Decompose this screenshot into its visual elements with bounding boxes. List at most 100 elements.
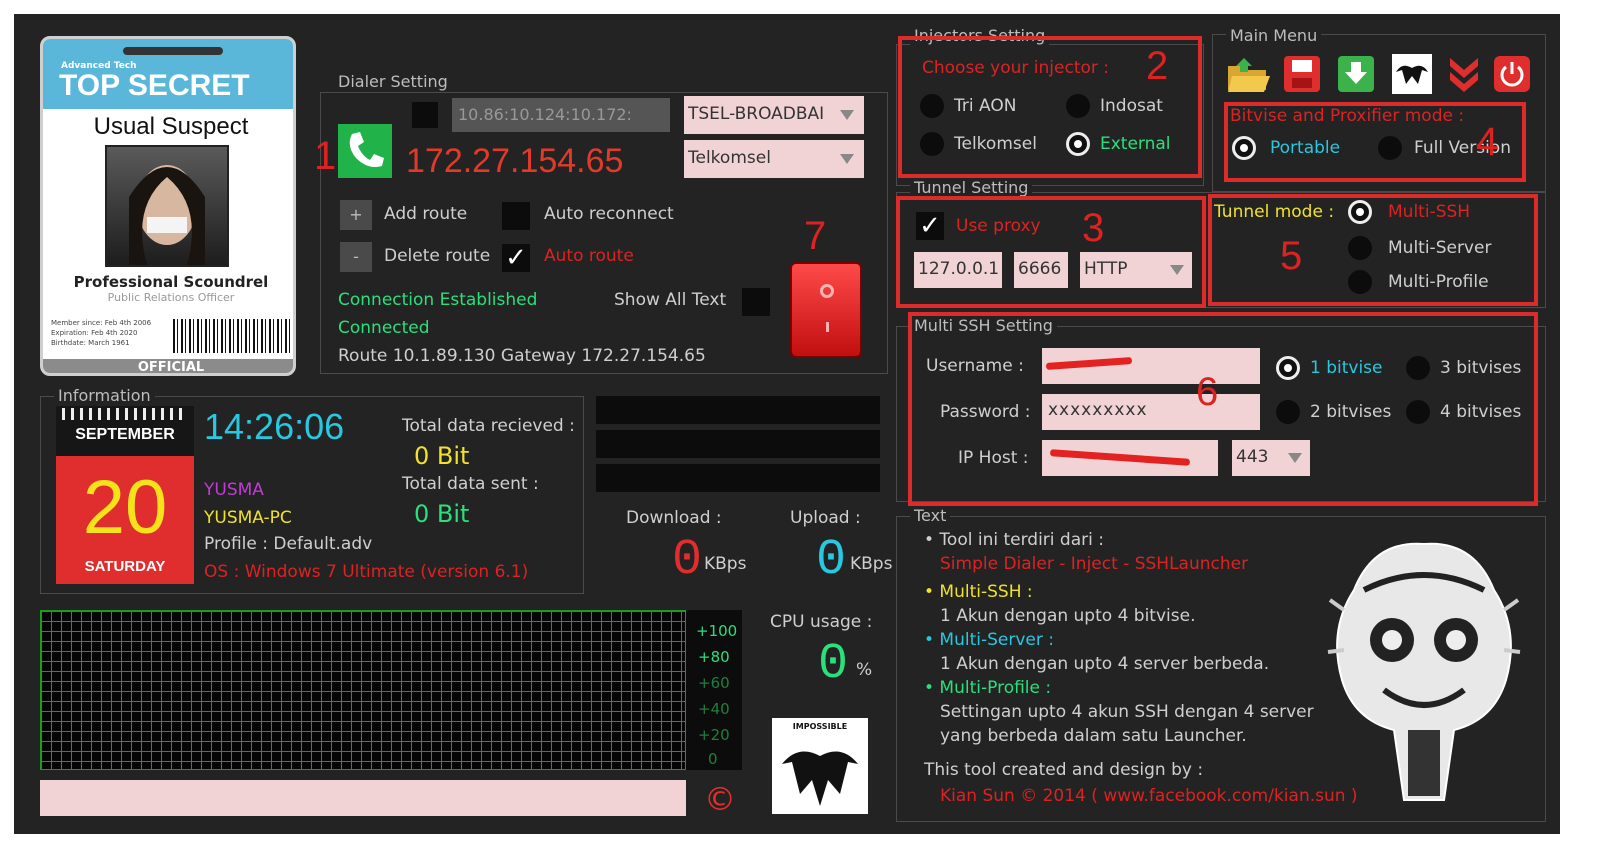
upload-label: Upload : xyxy=(790,508,861,528)
received-value: 0 Bit xyxy=(414,442,470,470)
annotation-box-5 xyxy=(1208,194,1538,306)
delete-route-label: Delete route xyxy=(384,246,491,266)
calendar-weekday: SATURDAY xyxy=(84,558,166,575)
auto-reconnect-label: Auto reconnect xyxy=(544,204,674,224)
calendar-day: 20 xyxy=(82,465,168,550)
app-window: Advanced Tech TOP SECRET Usual Suspect P… xyxy=(14,14,1560,834)
chevron-down-icon xyxy=(840,154,854,164)
add-route-label: Add route xyxy=(384,204,468,224)
logo-icon[interactable] xyxy=(1392,54,1432,94)
annotation-2: 2 xyxy=(1146,44,1169,88)
annotation-4: 4 xyxy=(1476,120,1499,164)
command-input[interactable] xyxy=(40,780,686,816)
text-line-4: 1 Akun dengan upto 4 bitvise. xyxy=(940,606,1196,626)
text-line-5: • Multi-Server : xyxy=(924,630,1054,650)
impossible-logo: IMPOSSIBLE xyxy=(772,718,868,814)
sent-label: Total data sent : xyxy=(402,474,539,494)
auto-reconnect-checkbox[interactable] xyxy=(502,202,530,230)
dialer-group-title: Dialer Setting xyxy=(334,72,452,91)
calendar-icon: SEPTEMBER 20 SATURDAY xyxy=(56,406,194,584)
download-value: 0 xyxy=(672,532,703,589)
text-line-3: • Multi-SSH : xyxy=(924,582,1033,602)
folder-open-icon[interactable] xyxy=(1226,56,1270,94)
id-card-title: Usual Suspect xyxy=(93,113,249,140)
text-line-1: • Tool ini terdiri dari : xyxy=(924,530,1104,550)
traffic-graph[interactable] xyxy=(40,610,686,770)
id-card-role: Professional Scoundrel xyxy=(73,273,269,291)
save-icon[interactable] xyxy=(1284,56,1320,92)
operator-select[interactable]: Telkomsel xyxy=(684,140,864,178)
text-line-7: • Multi-Profile : xyxy=(924,678,1052,698)
status-bar-2 xyxy=(596,430,880,458)
id-photo xyxy=(105,145,229,267)
profile-info: Profile : Default.adv xyxy=(204,534,373,554)
scale-100: +100 xyxy=(696,622,738,640)
route-info: Route 10.1.89.130 Gateway 172.27.154.65 xyxy=(338,346,706,366)
download-label: Download : xyxy=(626,508,722,528)
cpu-label: CPU usage : xyxy=(770,612,873,632)
text-group-title: Text xyxy=(910,506,951,525)
pc-name: YUSMA-PC xyxy=(204,508,292,528)
cpu-value: 0 xyxy=(818,636,849,693)
received-label: Total data recieved : xyxy=(402,416,575,436)
scale-40: +40 xyxy=(698,700,730,718)
operator-select-value: Telkomsel xyxy=(688,148,771,168)
dialer-checkbox[interactable] xyxy=(412,102,438,128)
text-line-11: Kian Sun © 2014 ( www.facebook.com/kian.… xyxy=(940,786,1358,806)
power-switch[interactable] xyxy=(790,262,862,358)
id-card-sub: Public Relations Officer xyxy=(107,291,235,304)
text-line-10: This tool created and design by : xyxy=(924,760,1204,780)
chevron-down-icon[interactable] xyxy=(1446,54,1482,94)
id-card-top-secret: TOP SECRET xyxy=(59,69,250,102)
download-unit: KBps xyxy=(704,554,747,574)
barong-mask-illustration xyxy=(1324,530,1524,810)
show-all-text-label: Show All Text xyxy=(614,290,727,310)
power-icon[interactable] xyxy=(1494,56,1530,92)
delete-route-button[interactable]: - xyxy=(340,242,372,272)
status-established: Connection Established xyxy=(338,290,538,310)
upload-unit: KBps xyxy=(850,554,893,574)
tunnel-group-title: Tunnel Setting xyxy=(910,178,1033,197)
annotation-3: 3 xyxy=(1082,206,1105,250)
show-all-text-checkbox[interactable] xyxy=(742,288,770,316)
ip-address: 172.27.154.65 xyxy=(406,142,624,180)
id-card-member: Member since: Feb 4th 2006 xyxy=(51,319,152,327)
text-line-8: Settingan upto 4 akun SSH dengan 4 serve… xyxy=(940,702,1314,722)
status-connected: Connected xyxy=(338,318,430,338)
ip-field[interactable]: 10.86:10.124:10.172: xyxy=(452,98,670,132)
annotation-1: 1 xyxy=(314,134,337,178)
text-line-6: 1 Akun dengan upto 4 server berbeda. xyxy=(940,654,1270,674)
information-group-title: Information xyxy=(54,386,155,405)
user-name: YUSMA xyxy=(204,480,264,500)
sent-value: 0 Bit xyxy=(414,500,470,528)
scale-60: +60 xyxy=(698,674,730,692)
chevron-down-icon xyxy=(840,110,854,120)
cpu-unit: % xyxy=(856,660,873,680)
phone-icon[interactable] xyxy=(338,124,392,178)
id-card-official: OFFICIAL xyxy=(137,360,205,375)
copyright-icon[interactable]: © xyxy=(704,780,736,818)
apn-select-value: TSEL-BROADBAI xyxy=(688,104,825,124)
auto-route-label: Auto route xyxy=(544,246,634,266)
main-menu-title: Main Menu xyxy=(1226,26,1322,45)
text-line-9: yang berbeda dalam satu Launcher. xyxy=(940,726,1247,746)
id-card: Advanced Tech TOP SECRET Usual Suspect P… xyxy=(40,36,296,376)
add-route-button[interactable]: + xyxy=(340,200,372,230)
scale-0: 0 xyxy=(708,750,718,768)
scale-20: +20 xyxy=(698,726,730,744)
status-bar-3 xyxy=(596,464,880,492)
annotation-5: 5 xyxy=(1280,234,1303,278)
annotation-6: 6 xyxy=(1196,370,1219,414)
annotation-box-6 xyxy=(908,312,1538,506)
id-card-expire: Expiration: Feb 4th 2020 xyxy=(51,329,138,337)
upload-value: 0 xyxy=(816,532,847,589)
auto-route-checkbox[interactable]: ✓ xyxy=(502,244,530,272)
annotation-box-3 xyxy=(896,196,1206,308)
barcode xyxy=(173,319,291,353)
clock-time: 14:26:06 xyxy=(204,406,345,447)
download-icon[interactable] xyxy=(1338,56,1374,92)
apn-select[interactable]: TSEL-BROADBAI xyxy=(684,96,864,134)
text-line-2: Simple Dialer - Inject - SSHLauncher xyxy=(940,554,1249,574)
scale-80: +80 xyxy=(698,648,730,666)
impossible-logo-text: IMPOSSIBLE xyxy=(792,722,848,731)
